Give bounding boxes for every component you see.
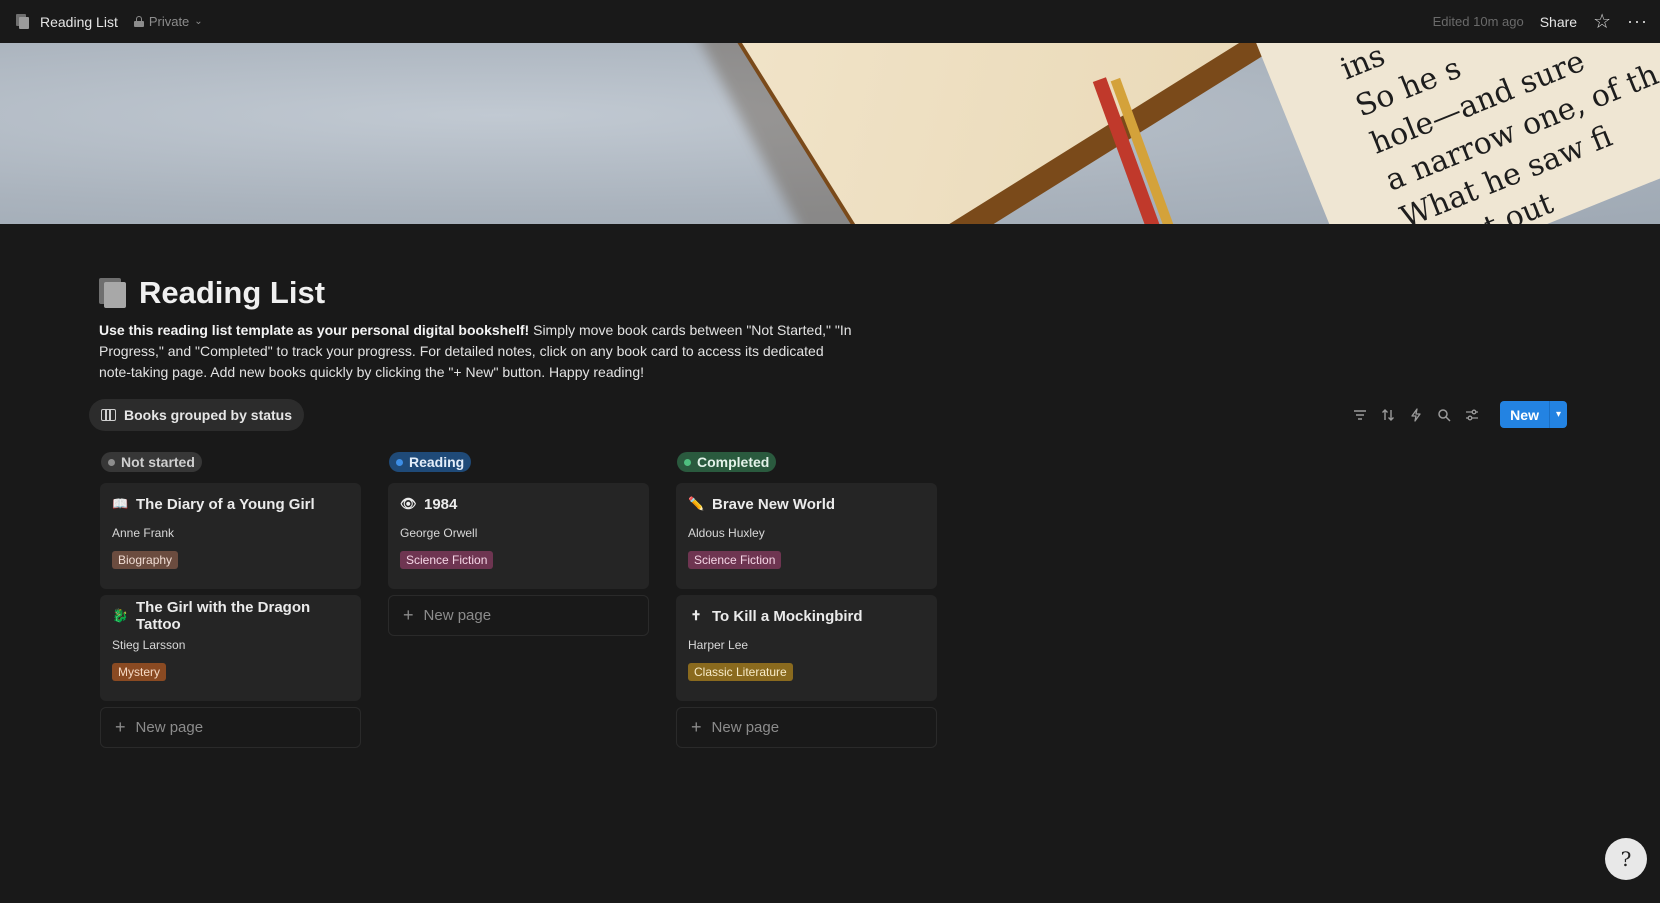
new-page-button[interactable]: + New page	[100, 707, 361, 748]
new-button[interactable]: New	[1500, 401, 1549, 428]
edited-status: Edited 10m ago	[1432, 14, 1524, 29]
book-card[interactable]: 👁 1984 George Orwell Science Fiction	[388, 483, 649, 589]
cover-image[interactable]: ins So he s hole—and sure a narrow one, of …	[0, 43, 1660, 224]
star-icon[interactable]: ☆	[1593, 12, 1611, 32]
page-header: Reading List Use this reading list templ…	[99, 275, 1579, 383]
book-card[interactable]: 🕇 To Kill a Mockingbird Harper Lee Classic …	[676, 595, 937, 701]
book-emoji-icon: ✏️	[688, 496, 705, 511]
status-dot-icon	[684, 458, 691, 466]
plus-icon: +	[115, 717, 126, 737]
status-dot-icon	[396, 458, 403, 466]
kanban-board: Not started 📖 The Diary of a Young Girl Ann…	[100, 449, 937, 748]
board-column: Reading 👁 1984 George Orwell Science Fiction…	[388, 449, 649, 748]
description-bold: Use this reading list template as your p…	[99, 322, 530, 338]
genre-tag: Science Fiction	[400, 551, 494, 569]
book-title: Brave New World	[712, 495, 836, 513]
page-title[interactable]: Reading List	[139, 275, 325, 311]
top-bar: Reading List Private ⌄ Edited 10m ago Sh…	[0, 0, 1660, 43]
privacy-label: Private	[148, 14, 190, 29]
status-group-pill[interactable]: Not started	[101, 452, 202, 472]
new-page-label: New page	[135, 719, 204, 736]
book-card[interactable]: 📖 The Diary of a Young Girl Anne Frank Biog…	[100, 483, 361, 589]
book-author: George Orwell	[400, 526, 478, 540]
help-button[interactable]: ?	[1605, 838, 1647, 880]
genre-tag: Biography	[112, 551, 179, 569]
book-card[interactable]: 🐉 The Girl with the Dragon Tattoo Stieg La…	[100, 595, 361, 701]
book-icon	[16, 14, 30, 29]
book-card-title-row: 📖 The Diary of a Young Girl	[112, 493, 349, 515]
view-tab-label: Books grouped by status	[124, 407, 293, 423]
new-page-button[interactable]: + New page	[388, 595, 649, 636]
page-book-icon[interactable]	[99, 278, 127, 308]
more-options-icon[interactable]: ···	[1627, 11, 1648, 32]
filter-icon[interactable]	[1352, 407, 1368, 423]
board-column: Not started 📖 The Diary of a Young Girl Ann…	[100, 449, 361, 748]
genre-tag: Science Fiction	[688, 551, 782, 569]
database-view-bar: Books grouped by status New ▾	[89, 399, 1567, 433]
lock-icon	[133, 16, 144, 27]
view-toolbar: New ▾	[1352, 401, 1567, 428]
book-emoji-icon: 👁	[400, 496, 417, 511]
status-group-pill[interactable]: Reading	[389, 452, 472, 472]
column-header: Reading	[388, 449, 649, 475]
book-emoji-icon: 🐉	[112, 608, 129, 623]
book-emoji-icon: 🕇	[692, 608, 700, 623]
column-header: Completed	[676, 449, 937, 475]
book-title: To Kill a Mockingbird	[712, 607, 863, 625]
plus-icon: +	[403, 605, 414, 625]
book-emoji-icon: 📖	[112, 496, 129, 511]
book-author: Stieg Larsson	[112, 638, 186, 652]
book-card-title-row: 👁 1984	[400, 493, 637, 515]
plus-icon: +	[691, 717, 702, 737]
new-dropdown-chevron-icon[interactable]: ▾	[1548, 401, 1567, 428]
view-tab-board[interactable]: Books grouped by status	[89, 399, 305, 431]
automation-lightning-icon[interactable]	[1408, 407, 1424, 423]
view-settings-icon[interactable]	[1464, 407, 1480, 423]
chevron-down-icon: ⌄	[194, 16, 203, 27]
book-card-title-row: ✏️ Brave New World	[688, 493, 925, 515]
book-author: Aldous Huxley	[688, 526, 765, 540]
column-header: Not started	[100, 449, 361, 475]
genre-tag: Classic Literature	[688, 663, 793, 681]
status-label: Completed	[697, 454, 770, 470]
sort-icon[interactable]	[1380, 407, 1396, 423]
book-title: 1984	[424, 495, 458, 513]
breadcrumb: Reading List Private ⌄	[16, 14, 203, 30]
book-author: Anne Frank	[112, 526, 175, 540]
new-page-button[interactable]: + New page	[676, 707, 937, 748]
new-page-label: New page	[711, 719, 780, 736]
book-title: The Diary of a Young Girl	[136, 495, 315, 513]
book-card-title-row: 🕇 To Kill a Mockingbird	[688, 605, 925, 627]
status-dot-icon	[108, 458, 115, 466]
book-title: The Girl with the Dragon Tattoo	[136, 599, 311, 633]
book-card-title-row: 🐉 The Girl with the Dragon Tattoo	[112, 599, 349, 633]
page-description[interactable]: Use this reading list template as your p…	[99, 320, 859, 383]
status-group-pill[interactable]: Completed	[677, 452, 777, 472]
new-button-group: New ▾	[1500, 401, 1567, 428]
genre-tag: Mystery	[112, 663, 166, 681]
status-label: Reading	[409, 454, 465, 470]
share-button[interactable]: Share	[1540, 14, 1577, 30]
privacy-selector[interactable]: Private ⌄	[133, 14, 203, 29]
breadcrumb-title[interactable]: Reading List	[40, 14, 118, 30]
book-card[interactable]: ✏️ Brave New World Aldous Huxley Science Fi…	[676, 483, 937, 589]
search-icon[interactable]	[1436, 407, 1452, 423]
book-author: Harper Lee	[688, 638, 749, 652]
status-label: Not started	[121, 454, 195, 470]
board-view-icon	[101, 409, 116, 421]
new-page-label: New page	[423, 607, 492, 624]
board-column: Completed ✏️ Brave New World Aldous Huxley S…	[676, 449, 937, 748]
